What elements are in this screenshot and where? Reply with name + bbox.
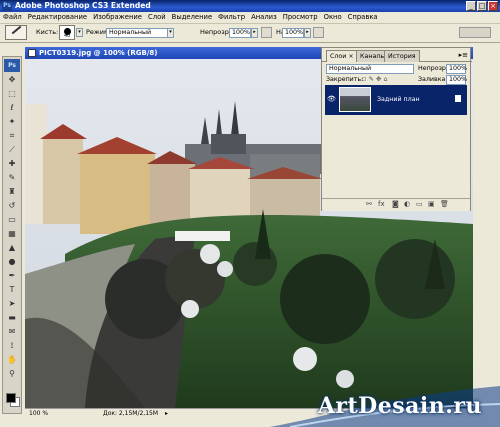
status-arrow-icon[interactable]: ▸ [165, 409, 168, 419]
menu-layer[interactable]: Слой [145, 12, 169, 23]
menu-analysis[interactable]: Анализ [248, 12, 280, 23]
tab-history[interactable]: История [384, 50, 420, 62]
tool-preset-picker[interactable] [5, 25, 27, 40]
minimize-button[interactable]: _ [466, 1, 476, 11]
airbrush-toggle-icon[interactable] [313, 27, 324, 38]
ps-logo: Ps [4, 59, 20, 72]
zoom-tool-icon[interactable]: ⚲ [7, 369, 17, 378]
maximize-button[interactable]: □ [477, 1, 487, 11]
link-layers-icon[interactable]: ⚯ [366, 200, 372, 208]
layers-bottom-bar: ⚯ fx ◙ ◐ ▭ ▣ 🗑 [322, 198, 470, 211]
brush-size: 40 [64, 33, 71, 39]
move-tool-icon[interactable]: ✥ [7, 75, 17, 84]
menu-file[interactable]: Файл [0, 12, 25, 23]
menu-select[interactable]: Выделение [169, 12, 215, 23]
tab-layers[interactable]: Слои × [326, 50, 358, 62]
layer-style-icon[interactable]: fx [378, 200, 385, 208]
layer-thumbnail [339, 87, 371, 112]
brush-picker[interactable]: 40 [59, 25, 75, 40]
path-select-icon[interactable]: ➤ [7, 299, 17, 308]
opacity-field[interactable]: 100% [229, 28, 251, 38]
layers-panel: Слои × Каналы История ▸≡ Нормальный Непр… [321, 47, 472, 211]
blur-tool-icon[interactable]: ▲ [7, 243, 17, 252]
title-bar: Ps Adobe Photoshop CS3 Extended _ □ × [0, 0, 500, 12]
lock-label: Закрепить: [326, 76, 364, 83]
healing-brush-icon[interactable]: ✚ [7, 159, 17, 168]
menu-window[interactable]: Окно [321, 12, 345, 23]
watermark-logo: ArtDesain.ru [317, 393, 482, 419]
lock-icons[interactable]: ▫ ✎ ✥ ⌂ [362, 75, 388, 83]
opacity-dropdown-arrow[interactable]: ▸ [251, 28, 258, 38]
mode-select[interactable]: Нормальный [106, 28, 174, 38]
eyedropper-icon[interactable]: ⟟ [7, 341, 17, 350]
menu-view[interactable]: Просмотр [280, 12, 321, 23]
clone-stamp-icon[interactable]: ♜ [7, 187, 17, 196]
brush-dropdown-arrow[interactable]: ▾ [76, 28, 83, 37]
type-tool-icon[interactable]: T [7, 285, 17, 294]
menu-bar: Файл Редактирование Изображение Слой Выд… [0, 12, 500, 24]
document-title: PICT0319.jpg @ 100% (RGB/8) [39, 49, 158, 57]
eraser-tool-icon[interactable]: ▭ [7, 215, 17, 224]
menu-image[interactable]: Изображение [90, 12, 145, 23]
gradient-tool-icon[interactable]: ▦ [7, 229, 17, 238]
flow-dropdown-arrow[interactable]: ▸ [304, 28, 311, 38]
brush-tool-icon[interactable]: ✎ [7, 173, 17, 182]
dodge-tool-icon[interactable]: ● [7, 257, 17, 266]
panel-menu-icon[interactable]: ▸≡ [459, 51, 468, 59]
layers-panel-tabs: Слои × Каналы История ▸≡ [322, 50, 472, 62]
tool-panel: Ps ✥ ⬚ ℓ ✦ ⌗ ⟋ ✚ ✎ ♜ ↺ ▭ ▦ ▲ ● ✒ T ➤ ▬ ✉ ⟟ ✋ ⚲ [2, 56, 22, 414]
photoshop-window: Ps Adobe Photoshop CS3 Extended _ □ × Фа… [0, 0, 500, 427]
brush-label: Кисть: [36, 28, 59, 36]
lasso-tool-icon[interactable]: ℓ [7, 103, 17, 112]
airbrush-icon[interactable] [261, 27, 272, 38]
adjustment-layer-icon[interactable]: ◐ [404, 200, 410, 208]
foreground-color-swatch[interactable] [6, 393, 16, 403]
menu-edit[interactable]: Редактирование [25, 12, 90, 23]
magic-wand-icon[interactable]: ✦ [7, 117, 17, 126]
fill-label: Заливка: [418, 76, 448, 83]
document-icon [28, 49, 36, 57]
app-icon: Ps [2, 1, 12, 11]
options-bar: Кисть: 40 ▾ Режим: Нормальный ▾ Непрозр.… [0, 24, 500, 43]
trash-icon[interactable]: 🗑 [440, 200, 449, 208]
fill-field[interactable]: 100% [446, 75, 467, 85]
flow-field[interactable]: 100% [282, 28, 304, 38]
new-layer-icon[interactable]: ▣ [428, 200, 435, 208]
brush-icon [11, 25, 22, 35]
mode-dropdown-arrow[interactable]: ▾ [167, 28, 174, 38]
group-icon[interactable]: ▭ [416, 200, 423, 208]
crop-tool-icon[interactable]: ⌗ [7, 131, 17, 140]
lock-icon [455, 95, 461, 102]
layer-name: Задний план [377, 96, 420, 103]
watermark: ArtDesain.ru [270, 376, 500, 427]
close-button[interactable]: × [488, 1, 498, 11]
window-title: Adobe Photoshop CS3 Extended [15, 1, 151, 10]
shape-tool-icon[interactable]: ▬ [7, 313, 17, 322]
marquee-tool-icon[interactable]: ⬚ [7, 89, 17, 98]
layer-opacity-field[interactable]: 100% [446, 64, 467, 74]
palette-well[interactable] [459, 27, 491, 38]
history-brush-icon[interactable]: ↺ [7, 201, 17, 210]
menu-filter[interactable]: Фильтр [215, 12, 248, 23]
blend-mode-select[interactable]: Нормальный [326, 64, 414, 74]
layer-mask-icon[interactable]: ◙ [392, 200, 399, 208]
menu-help[interactable]: Справка [345, 12, 381, 23]
pen-tool-icon[interactable]: ✒ [7, 271, 17, 280]
hand-tool-icon[interactable]: ✋ [7, 355, 17, 364]
eye-visibility-icon[interactable]: 👁 [327, 95, 336, 103]
slice-tool-icon[interactable]: ⟋ [7, 145, 17, 154]
document-info: Док: 2,15M/2,15M [103, 410, 159, 417]
zoom-field[interactable]: 100 % [29, 409, 48, 419]
notes-tool-icon[interactable]: ✉ [7, 327, 17, 336]
layer-row-background[interactable]: 👁 Задний план [325, 85, 467, 115]
